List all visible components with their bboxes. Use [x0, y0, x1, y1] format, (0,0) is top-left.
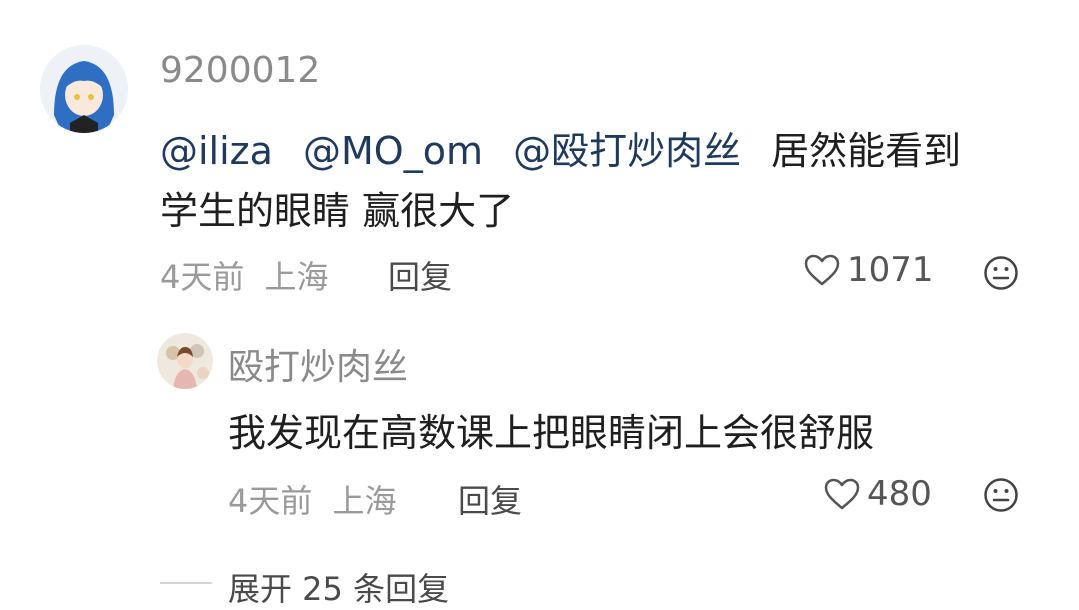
commenter-username[interactable]: 9200012 [160, 50, 320, 91]
commenter-avatar[interactable] [40, 45, 128, 133]
comment-text-line2: 学生的眼睛 赢很大了 [160, 189, 515, 233]
neutral-face-icon[interactable] [983, 477, 1019, 513]
reply-like-button[interactable]: 480 [823, 474, 932, 514]
comment-meta: 4天前 上海 [160, 252, 329, 298]
mention-link[interactable]: @殴打炒肉丝 [513, 129, 741, 173]
mention-link[interactable]: @iliza [160, 129, 273, 173]
reply-text: 我发现在高数课上把眼睛闭上会很舒服 [228, 411, 875, 455]
comment-text-line1: @iliza @MO_om @殴打炒肉丝 居然能看到 [160, 120, 961, 175]
reply-time: 4天前 [228, 482, 313, 520]
reply-reply-button[interactable]: 回复 [458, 476, 522, 522]
comment-time: 4天前 [160, 258, 245, 296]
neutral-face-icon[interactable] [983, 255, 1019, 291]
comment-location: 上海 [264, 258, 329, 296]
mention-link[interactable]: @MO_om [303, 129, 483, 173]
reply-username[interactable]: 殴打炒肉丝 [228, 338, 408, 390]
like-count: 1071 [847, 250, 934, 290]
reply-meta: 4天前 上海 [228, 476, 397, 522]
comment-text: 居然能看到 [771, 129, 962, 173]
heart-outline-icon [823, 477, 861, 511]
expand-divider [160, 582, 212, 584]
expand-replies-button[interactable]: 展开 25 条回复 [228, 564, 449, 610]
like-button[interactable]: 1071 [803, 250, 934, 290]
heart-outline-icon [803, 253, 841, 287]
reply-location: 上海 [332, 482, 397, 520]
reply-avatar[interactable] [157, 333, 213, 389]
reply-like-count: 480 [867, 474, 932, 514]
reply-button[interactable]: 回复 [388, 252, 452, 298]
